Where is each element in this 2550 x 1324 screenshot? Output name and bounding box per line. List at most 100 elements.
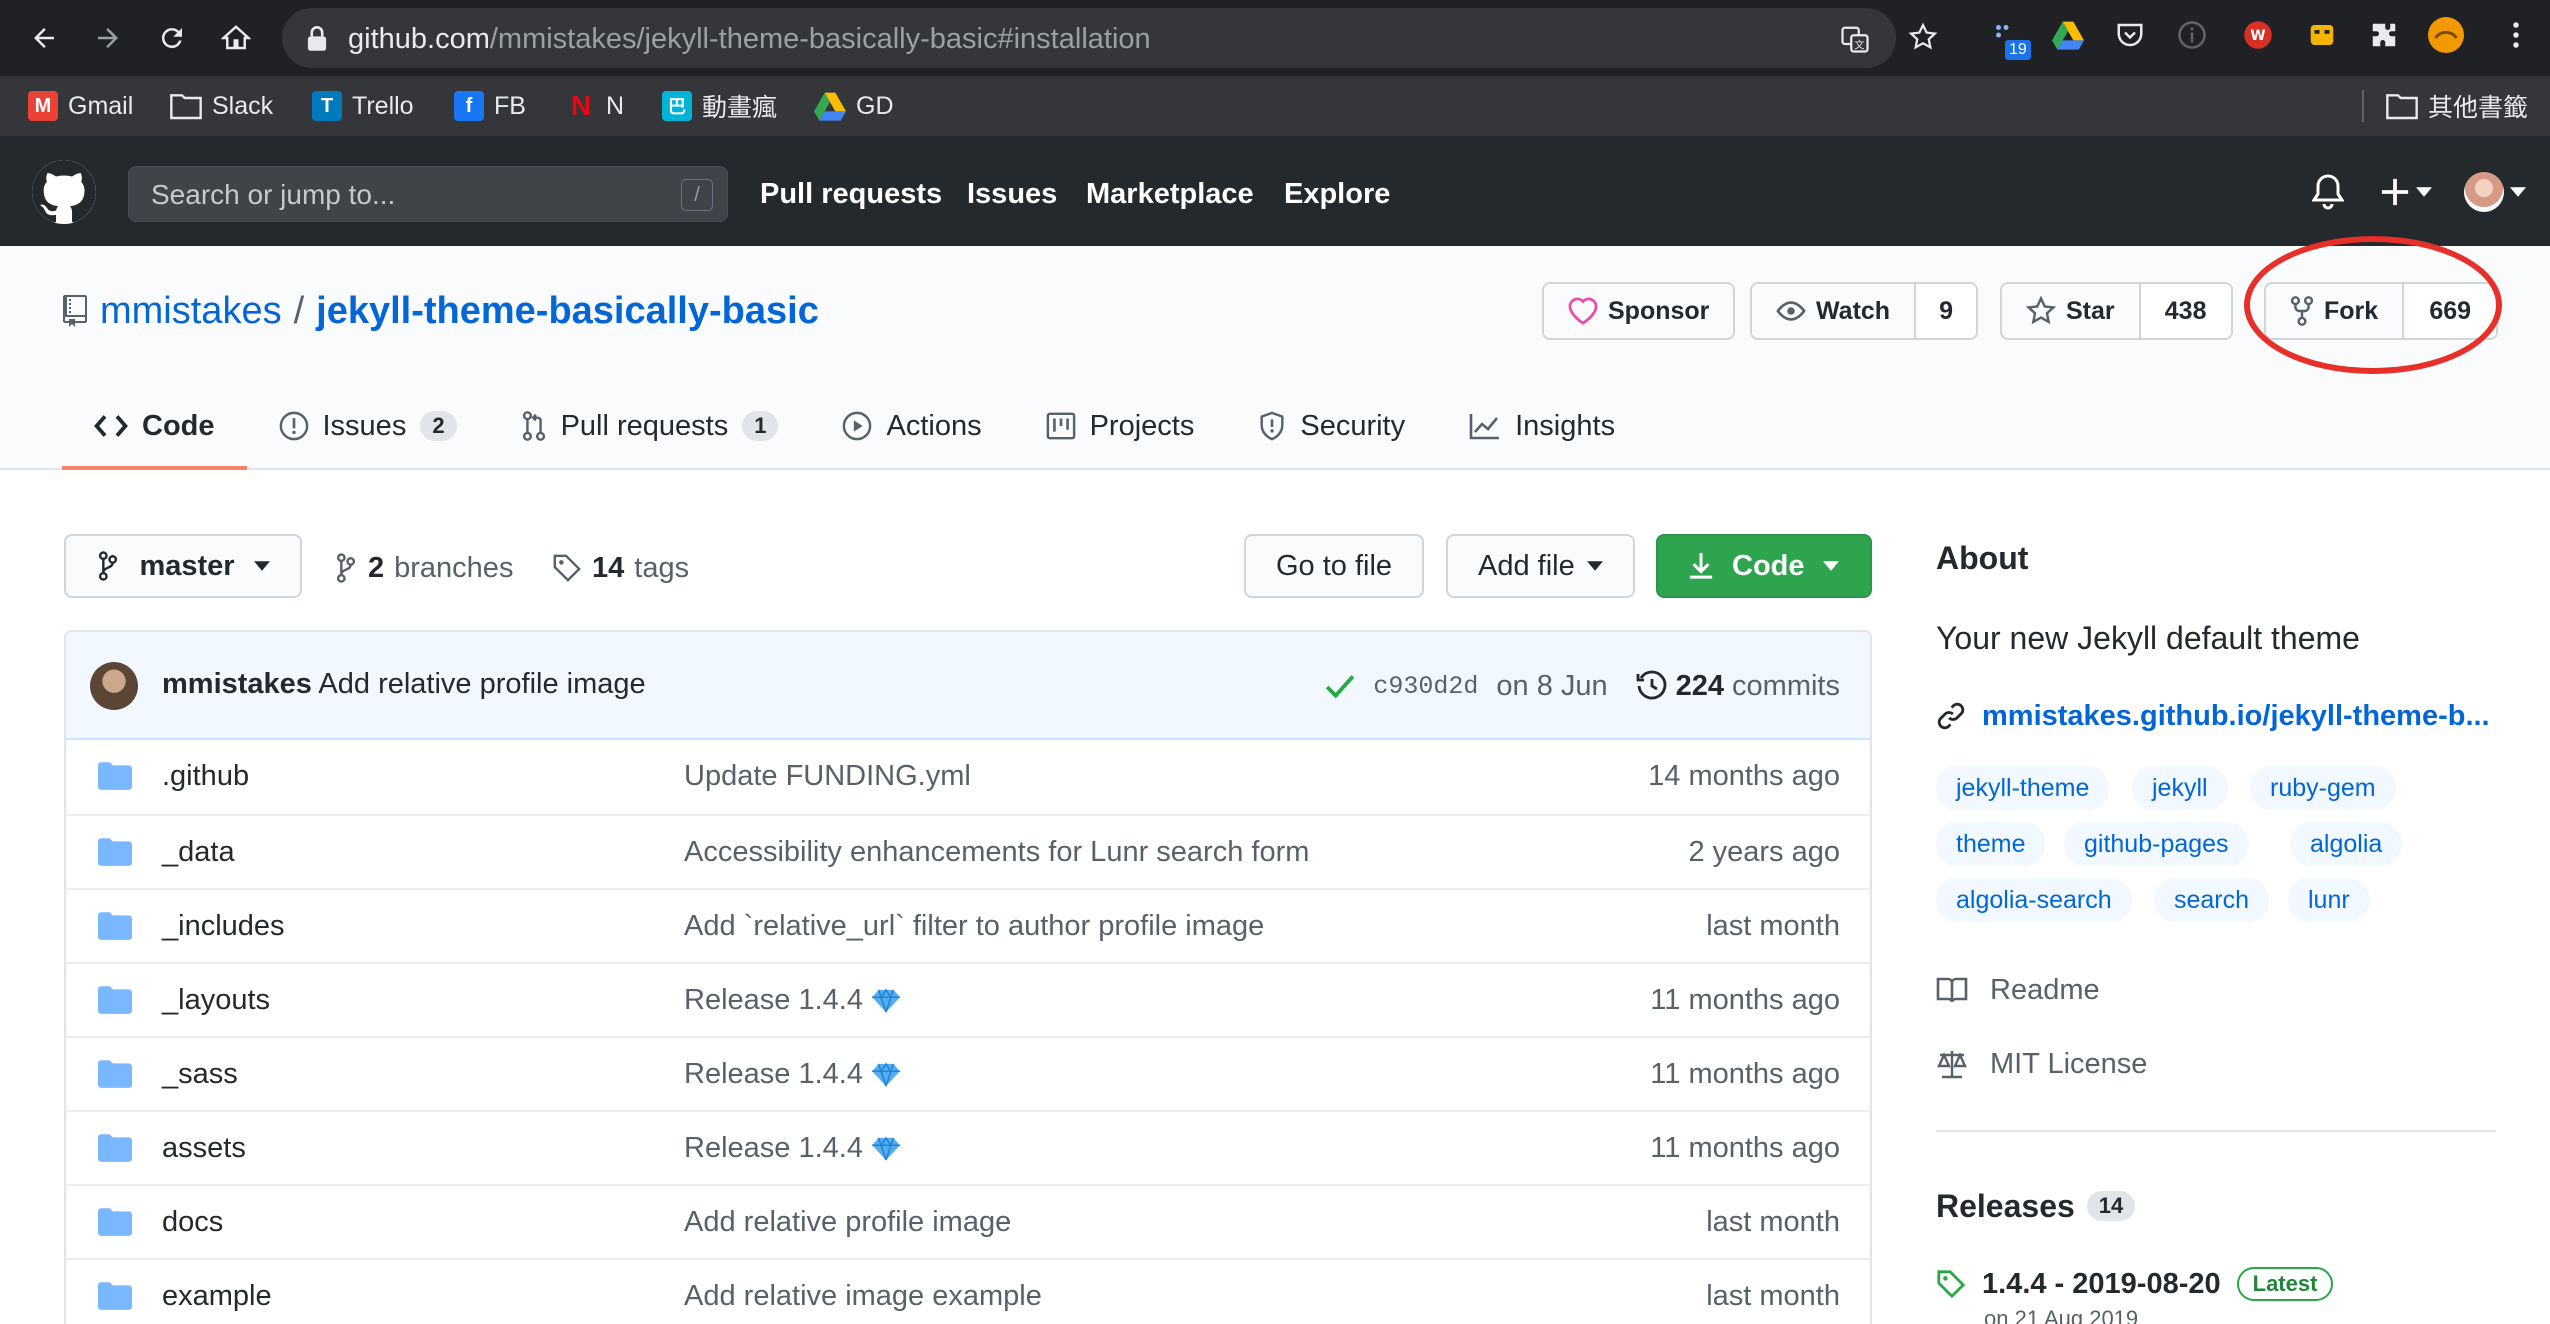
google-drive-ext-icon[interactable]: [2050, 17, 2086, 53]
topic-tag[interactable]: theme: [1936, 822, 2046, 866]
github-logo-icon[interactable]: [32, 160, 96, 224]
puzzle-icon[interactable]: [2366, 17, 2402, 53]
bookmark-slack[interactable]: Slack: [170, 86, 273, 126]
search-box[interactable]: /: [128, 166, 728, 222]
homepage-link[interactable]: mmistakes.github.io/jekyll-theme-b...: [1936, 696, 2490, 736]
commit-sha[interactable]: c930d2d: [1373, 672, 1478, 701]
bookmark-gd[interactable]: GD: [814, 86, 894, 126]
tab-projects[interactable]: Projects: [1014, 386, 1227, 470]
caret-down-icon: [2510, 187, 2526, 197]
file-name[interactable]: assets: [162, 1132, 246, 1165]
nav-explore[interactable]: Explore: [1284, 178, 1390, 211]
translate-icon[interactable]: 文: [1840, 24, 1870, 54]
bookmark-star-icon[interactable]: [1908, 22, 1938, 52]
home-button[interactable]: [216, 18, 256, 58]
commit-author-avatar[interactable]: [90, 662, 138, 710]
file-name[interactable]: example: [162, 1280, 272, 1313]
bookmark-gmail[interactable]: M Gmail: [28, 86, 133, 126]
topic-tag[interactable]: github-pages: [2064, 822, 2249, 866]
file-name[interactable]: _layouts: [162, 984, 270, 1017]
file-commit-message-text[interactable]: Release 1.4.4: [684, 984, 863, 1017]
create-new-button[interactable]: [2380, 170, 2432, 214]
repo-title: mmistakes / jekyll-theme-basically-basic: [62, 286, 819, 336]
notifications-button[interactable]: [2312, 170, 2344, 214]
nav-issues[interactable]: Issues: [967, 178, 1057, 211]
releases-heading[interactable]: Releases 14: [1936, 1186, 2136, 1226]
bookmark-n[interactable]: N N: [566, 86, 624, 126]
tab-actions[interactable]: Actions: [810, 386, 1013, 470]
file-commit-message-text[interactable]: Release 1.4.4: [684, 1058, 863, 1091]
star-count[interactable]: 438: [2138, 284, 2231, 338]
watch-count[interactable]: 9: [1914, 284, 1977, 338]
tab-code[interactable]: Code: [62, 386, 247, 470]
code-download-button[interactable]: Code: [1656, 534, 1872, 598]
forward-button[interactable]: [88, 18, 128, 58]
info-ext-icon[interactable]: [2174, 17, 2210, 53]
google-drive-icon: [814, 92, 846, 121]
character-ext-icon[interactable]: [2304, 17, 2340, 53]
watch-button[interactable]: Watch: [1752, 284, 1914, 338]
tags-link[interactable]: 14 tags: [552, 548, 689, 588]
reload-button[interactable]: [152, 18, 192, 58]
bookmark-fb[interactable]: f FB: [454, 86, 526, 126]
folder-icon: [170, 94, 202, 120]
bookmark-trello[interactable]: T Trello: [312, 86, 414, 126]
topic-tag[interactable]: search: [2154, 878, 2270, 922]
add-file-button[interactable]: Add file: [1446, 534, 1635, 598]
red-hand-ext-icon[interactable]: W: [2240, 17, 2276, 53]
file-commit-message-text[interactable]: Release 1.4.4: [684, 1132, 863, 1165]
file-age: 11 months ago: [1650, 1132, 1840, 1164]
tab-security[interactable]: Security: [1226, 386, 1437, 470]
topic-tag[interactable]: lunr: [2288, 878, 2370, 922]
tab-pull-requests[interactable]: Pull requests 1: [489, 386, 811, 470]
topic-tag[interactable]: algolia: [2290, 822, 2403, 866]
nav-marketplace[interactable]: Marketplace: [1086, 178, 1254, 211]
latest-release[interactable]: 1.4.4 - 2019-08-20 Latest: [1936, 1264, 2334, 1304]
latest-commit: mmistakes Add relative profile image: [162, 668, 646, 701]
tab-label: Insights: [1515, 409, 1616, 442]
star-button[interactable]: Star: [2002, 284, 2139, 338]
file-commit-message-text[interactable]: Add relative profile image: [684, 1206, 1011, 1239]
address-bar[interactable]: github.com/mmistakes/jekyll-theme-basica…: [282, 8, 1896, 68]
commits-link[interactable]: 224 commits: [1636, 670, 1840, 703]
file-name[interactable]: _includes: [162, 910, 285, 943]
file-commit-message-text[interactable]: Add relative image example: [684, 1280, 1042, 1313]
file-name[interactable]: _data: [162, 836, 235, 869]
browser-menu-icon[interactable]: [2498, 17, 2534, 53]
repo-owner-link[interactable]: mmistakes: [100, 290, 282, 333]
other-bookmarks[interactable]: 其他書籤: [2386, 86, 2528, 126]
tab-issues[interactable]: Issues 2: [247, 386, 489, 470]
readme-link[interactable]: Readme: [1936, 970, 2100, 1010]
star-label: Star: [2066, 296, 2115, 325]
file-name[interactable]: docs: [162, 1206, 223, 1239]
file-name[interactable]: _sass: [162, 1058, 238, 1091]
license-link[interactable]: MIT License: [1936, 1044, 2147, 1084]
nav-pull-requests[interactable]: Pull requests: [760, 178, 942, 211]
topic-tag[interactable]: ruby-gem: [2250, 766, 2396, 810]
watch-button-group: Watch 9: [1750, 282, 1979, 340]
profile-avatar-icon[interactable]: [2428, 17, 2464, 53]
github-header: / Pull requests Issues Marketplace Explo…: [0, 136, 2550, 246]
bookmarks-bar: M Gmail Slack T Trello f FB N N 巴 動畫瘋 GD…: [0, 76, 2550, 136]
commit-message[interactable]: Add relative profile image: [318, 668, 645, 700]
back-button[interactable]: [24, 18, 64, 58]
sponsor-button[interactable]: Sponsor: [1542, 282, 1736, 340]
commit-author[interactable]: mmistakes: [162, 668, 312, 700]
file-name[interactable]: .github: [162, 760, 249, 793]
go-to-file-button[interactable]: Go to file: [1244, 534, 1425, 598]
topic-tag[interactable]: algolia-search: [1936, 878, 2132, 922]
bookmark-ani-gamer[interactable]: 巴 動畫瘋: [662, 86, 777, 126]
user-menu-button[interactable]: [2464, 170, 2526, 214]
file-commit-message-text[interactable]: Update FUNDING.yml: [684, 760, 971, 793]
branches-link[interactable]: 2 branches: [334, 548, 513, 588]
topic-tag[interactable]: jekyll: [2132, 766, 2228, 810]
file-commit-message-text[interactable]: Accessibility enhancements for Lunr sear…: [684, 836, 1309, 869]
branch-select[interactable]: master: [64, 534, 302, 598]
file-commit-message-text[interactable]: Add `relative_url` filter to author prof…: [684, 910, 1264, 943]
tab-insights[interactable]: Insights: [1437, 386, 1647, 470]
table-row: _data Accessibility enhancements for Lunr…: [66, 814, 1870, 888]
search-input[interactable]: [151, 179, 651, 211]
pocket-icon[interactable]: [2112, 17, 2148, 53]
repo-name-link[interactable]: jekyll-theme-basically-basic: [316, 290, 819, 333]
topic-tag[interactable]: jekyll-theme: [1936, 766, 2110, 810]
